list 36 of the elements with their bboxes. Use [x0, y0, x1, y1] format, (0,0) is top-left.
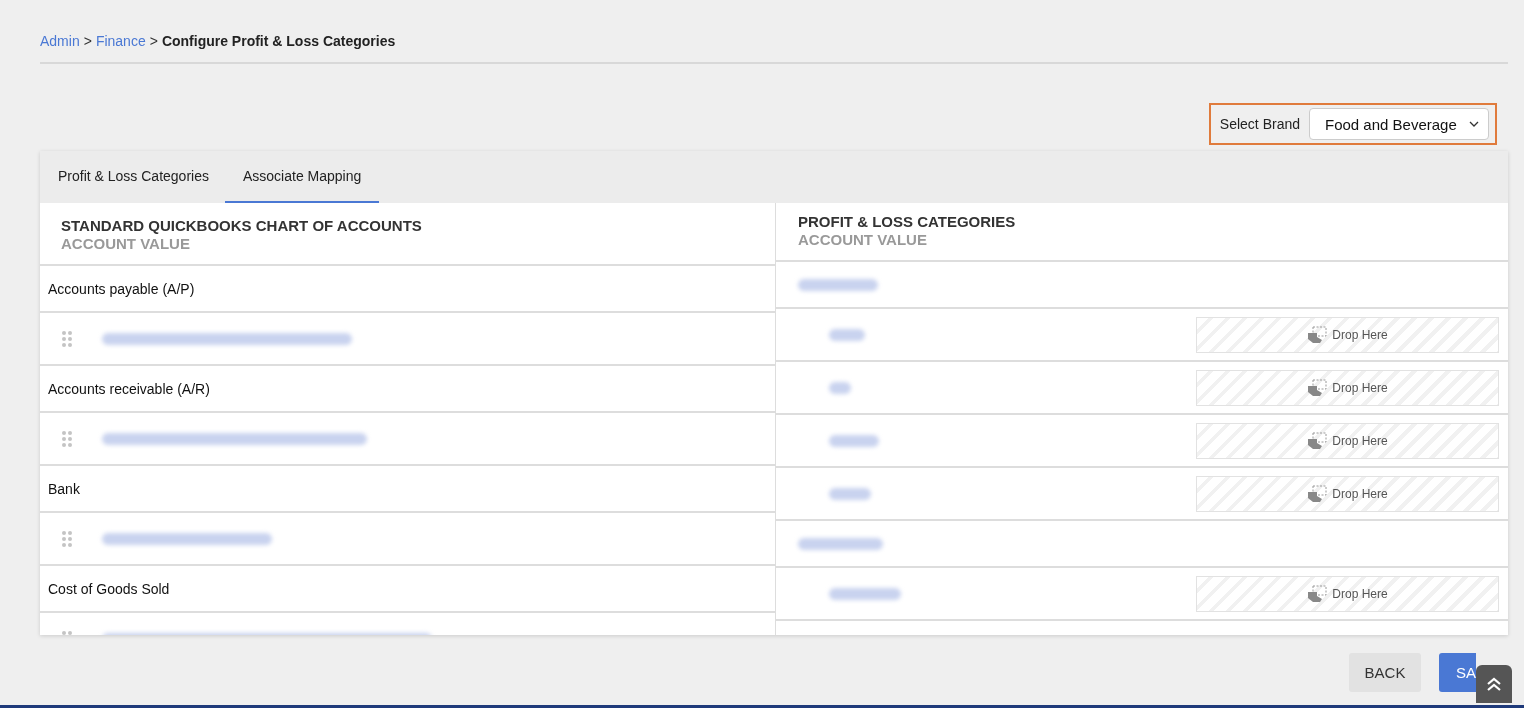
tab[interactable]: Profit & Loss Categories	[42, 151, 225, 203]
drag-drop-icon	[1307, 584, 1328, 603]
breadcrumb-link[interactable]: Finance	[95, 33, 146, 49]
drag-drop-icon	[1307, 325, 1328, 344]
blurred-text	[829, 434, 879, 447]
brand-label: Select Brand	[1219, 116, 1300, 132]
drop-zone[interactable]: Drop Here	[1196, 422, 1499, 459]
chevrons-up-icon	[1486, 676, 1502, 692]
blurred-text	[829, 487, 871, 500]
scroll-to-top-button[interactable]	[1476, 665, 1512, 703]
back-button[interactable]: BACK	[1349, 653, 1421, 692]
brand-dropdown[interactable]: Food and Beverage	[1309, 108, 1489, 140]
save-button[interactable]: SA	[1439, 653, 1476, 692]
drag-drop-icon	[1307, 378, 1328, 397]
drop-zone[interactable]: Drop Here	[1196, 316, 1499, 353]
breadcrumb-separator: >	[83, 33, 92, 49]
drag-drop-icon	[1307, 431, 1328, 450]
blurred-text	[829, 328, 865, 341]
column-title: PROFIT & LOSS CATEGORIES	[798, 213, 1017, 230]
drag-drop-icon	[1307, 484, 1328, 503]
account-group-name: Bank	[40, 466, 775, 513]
breadcrumb-link[interactable]: Admin	[40, 33, 80, 49]
account-group-name: Accounts payable (A/P)	[40, 266, 775, 313]
account-group-name: Accounts receivable (A/R)	[40, 366, 775, 413]
page-title: Configure Profit & Loss Categories	[161, 33, 396, 49]
column-subtitle: ACCOUNT VALUE	[798, 231, 928, 248]
drop-zone[interactable]: Drop Here	[1196, 369, 1499, 406]
chevron-down-icon	[1469, 121, 1479, 127]
column-subtitle: ACCOUNT VALUE	[61, 235, 191, 252]
drop-zone[interactable]: Drop Here	[1196, 475, 1499, 512]
breadcrumb-separator: >	[149, 33, 158, 49]
blurred-text	[829, 381, 851, 394]
account-group-name: Cost of Goods Sold	[40, 566, 775, 613]
column-title: STANDARD QUICKBOOKS CHART OF ACCOUNTS	[61, 217, 423, 234]
blurred-text	[829, 587, 901, 600]
drop-zone[interactable]: Drop Here	[1196, 575, 1499, 612]
